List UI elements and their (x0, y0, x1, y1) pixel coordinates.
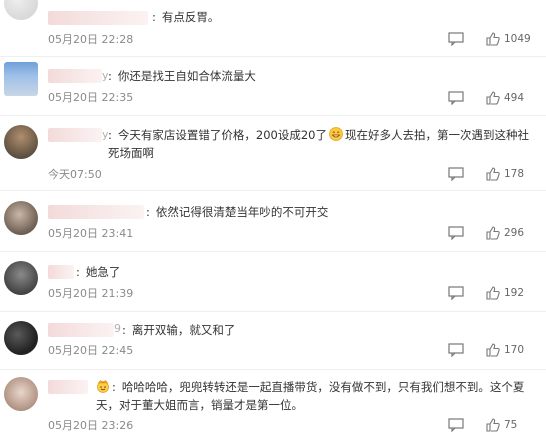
divider (0, 115, 546, 116)
avatar[interactable] (4, 62, 38, 96)
like-count: 296 (504, 227, 525, 239)
like-count: 494 (504, 92, 525, 104)
username-blurred[interactable] (48, 11, 148, 25)
comment-body: 哈哈哈哈，兜兜转转还是一起直播带货，没有做不到，只有我们想不到。这个夏天，对于董… (96, 380, 525, 412)
thumbs-up-icon[interactable] (486, 91, 500, 105)
comment-item: : 依然记得很清楚当年吵的不可开交 05月20日 23:41 296 (0, 196, 546, 246)
thumbs-up-icon[interactable] (486, 343, 500, 357)
comment-colon: : (152, 10, 156, 24)
avatar[interactable] (4, 261, 38, 295)
comment-time: 05月20日 21:39 (48, 287, 134, 300)
comment-item: 9 : 离开双输，就又和了 05月20日 22:45 170 (0, 316, 546, 366)
like-count: 75 (504, 419, 518, 431)
comment-text: : 有点反胃。 (152, 8, 536, 26)
comment-text: : 离开双输，就又和了 (122, 321, 536, 339)
comment-item: y : 今天有家店设置错了价格，200设成20了 现在好多人去拍，第一次遇到这种社死… (0, 120, 546, 185)
divider (0, 369, 546, 370)
comment-time: 05月20日 22:28 (48, 33, 134, 46)
username-blurred[interactable] (48, 205, 144, 219)
comment-actions: 170 (440, 343, 540, 359)
comment-item: : 她急了 05月20日 21:39 192 (0, 256, 546, 306)
crown-emoji-icon (97, 380, 109, 393)
reply-icon[interactable] (448, 286, 464, 300)
comment-text: : 你还是找王自如合体流量大 (108, 67, 536, 85)
username-blurred[interactable] (48, 128, 102, 142)
divider (0, 311, 546, 312)
thumbs-up-icon[interactable] (486, 418, 500, 432)
comment-actions: 494 (440, 91, 540, 107)
comment-time: 05月20日 22:45 (48, 344, 134, 357)
comment-colon: : (108, 128, 112, 142)
reply-icon[interactable] (448, 32, 464, 46)
comment-item: y : 你还是找王自如合体流量大 05月20日 22:35 494 (0, 60, 546, 110)
comment-colon: : (108, 69, 112, 83)
comment-body: 你还是找王自如合体流量大 (117, 69, 256, 83)
comment-text: : 她急了 (76, 263, 536, 281)
avatar[interactable] (4, 201, 38, 235)
thumbs-up-icon[interactable] (486, 286, 500, 300)
username-suffix[interactable]: 9 (114, 322, 121, 335)
comment-body: 依然记得很清楚当年吵的不可开交 (155, 205, 329, 219)
thumbs-up-icon[interactable] (486, 32, 500, 46)
username-blurred[interactable] (48, 380, 88, 394)
comment-time: 05月20日 23:41 (48, 227, 134, 240)
comment-body-start: 今天有家店设置错了价格，200设成20了 (117, 128, 327, 142)
comment-body: 有点反胃。 (161, 10, 220, 24)
reply-icon[interactable] (448, 418, 464, 432)
comment-text: : 哈哈哈哈，兜兜转转还是一起直播带货，没有做不到，只有我们想不到。这个夏天，对于… (96, 378, 540, 414)
username-blurred[interactable] (48, 69, 102, 83)
comment-colon: : (122, 323, 126, 337)
username-blurred[interactable] (48, 265, 74, 279)
comment-actions: 192 (440, 286, 540, 302)
avatar[interactable] (4, 321, 38, 355)
divider (0, 190, 546, 191)
reply-icon[interactable] (448, 91, 464, 105)
comment-colon: : (112, 380, 116, 394)
avatar[interactable] (4, 125, 38, 159)
like-count: 1049 (504, 33, 531, 45)
like-count: 178 (504, 168, 525, 180)
like-count: 170 (504, 344, 525, 356)
comment-time: 05月20日 23:26 (48, 419, 134, 432)
reply-icon[interactable] (448, 167, 464, 181)
comment-text: : 今天有家店设置错了价格，200设成20了 现在好多人去拍，第一次遇到这种社死场面… (108, 126, 540, 162)
comment-colon: : (146, 205, 150, 219)
comment-time: 05月20日 22:35 (48, 91, 134, 104)
thumbs-up-icon[interactable] (486, 226, 500, 240)
thumbs-up-icon[interactable] (486, 167, 500, 181)
comment-body: 她急了 (85, 265, 121, 279)
like-count: 192 (504, 287, 525, 299)
divider (0, 56, 546, 57)
username-blurred[interactable] (48, 323, 114, 337)
comment-actions: 75 (440, 418, 540, 434)
comment-time: 今天07:50 (48, 168, 102, 181)
reply-icon[interactable] (448, 226, 464, 240)
reply-icon[interactable] (448, 343, 464, 357)
comment-actions: 178 (440, 167, 540, 183)
comment-actions: 296 (440, 226, 540, 242)
divider (0, 251, 546, 252)
avatar[interactable] (4, 377, 38, 411)
comment-item: : 哈哈哈哈，兜兜转转还是一起直播带货，没有做不到，只有我们想不到。这个夏天，对于… (0, 374, 546, 437)
grin-emoji-icon (329, 127, 343, 141)
comment-text: : 依然记得很清楚当年吵的不可开交 (146, 203, 536, 221)
comment-item: : 有点反胃。 05月20日 22:28 1049 (0, 0, 546, 50)
comment-colon: : (76, 265, 80, 279)
comment-body: 离开双输，就又和了 (131, 323, 236, 337)
avatar[interactable] (4, 0, 38, 20)
comment-actions: 1049 (440, 32, 540, 48)
